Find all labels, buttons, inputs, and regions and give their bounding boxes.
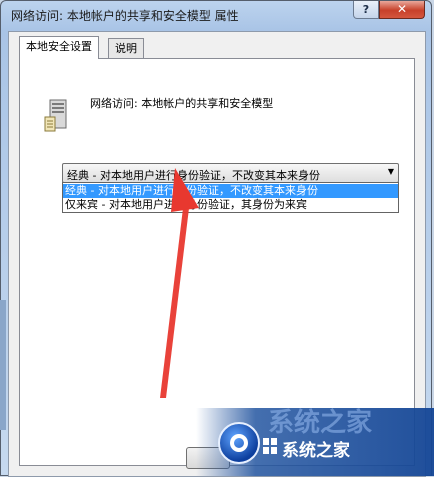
window-title: 网络访问: 本地帐户的共享和安全模型 属性 [11,9,239,23]
dropdown-option-classic[interactable]: 经典 - 对本地用户进行身份验证，不改变其本来身份 [63,184,398,198]
windows-flag-icon [263,438,277,454]
dropdown-option-guest-only[interactable]: 仅来宾 - 对本地用户进行身份验证，其身份为来宾 [63,198,398,212]
dropdown-list: 经典 - 对本地用户进行身份验证，不改变其本来身份 仅来宾 - 对本地用户进行身… [62,182,399,213]
tab-local-security-setting[interactable]: 本地安全设置 [19,36,99,59]
background-window-edge [0,300,6,430]
title-bar[interactable]: 网络访问: 本地帐户的共享和安全模型 属性 ? ✕ [1,1,431,29]
policy-title: 网络访问: 本地帐户的共享和安全模型 [90,97,274,110]
watermark-text: 系统之家 [282,441,350,461]
xitong-zhijia-logo-icon [218,422,260,464]
server-computer-icon [44,99,67,132]
dropdown-selected-value: 经典 - 对本地用户进行身份验证，不改变其本来身份 [67,169,320,182]
site-watermark: 系统之家 系统之家 [196,408,434,476]
sharing-model-dropdown[interactable]: 经典 - 对本地用户进行身份验证，不改变其本来身份 ▼ [62,163,399,183]
help-button[interactable]: ? [353,1,379,19]
watermark-faded-text: 系统之家 [268,408,373,438]
tab-explain[interactable]: 说明 [108,38,144,58]
logo-ring [230,434,248,452]
close-button[interactable]: ✕ [379,1,425,19]
chevron-down-icon[interactable]: ▼ [388,167,394,176]
